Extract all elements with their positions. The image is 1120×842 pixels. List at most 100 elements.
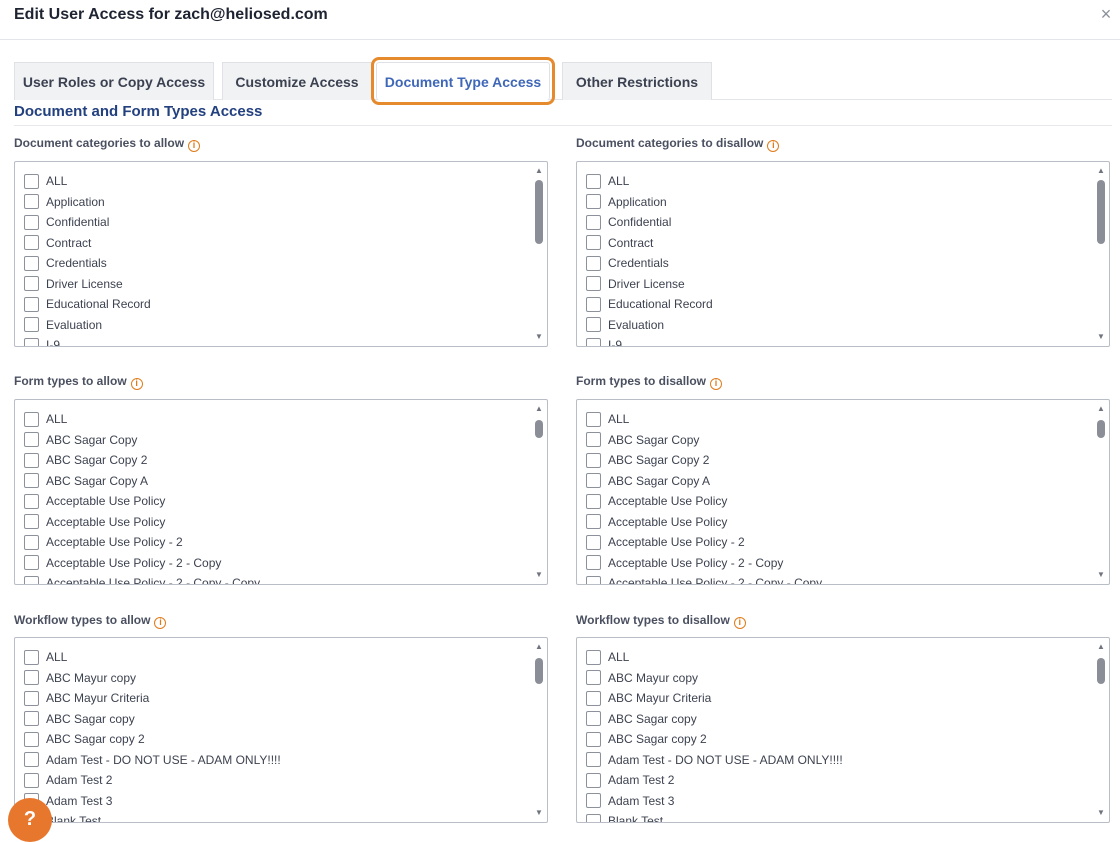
checkbox[interactable]: [24, 173, 39, 189]
checkbox[interactable]: [24, 432, 39, 447]
list-item[interactable]: Educational Record: [586, 294, 713, 314]
checkbox[interactable]: [24, 235, 39, 250]
tab-user-roles[interactable]: User Roles or Copy Access: [14, 62, 214, 100]
scroll-down-icon[interactable]: ▼: [1096, 332, 1106, 342]
checkbox[interactable]: [24, 452, 39, 468]
list-item[interactable]: Adam Test - DO NOT USE - ADAM ONLY!!!!: [24, 750, 281, 770]
checkbox[interactable]: [586, 411, 601, 427]
list-item[interactable]: ABC Sagar copy 2: [586, 729, 707, 749]
checkbox[interactable]: [586, 296, 601, 312]
checkbox[interactable]: [586, 670, 601, 685]
doc-allow-list[interactable]: ALL Application Confidential Contract Creden…: [14, 161, 548, 347]
scroll-down-icon[interactable]: ▼: [1096, 808, 1106, 818]
help-button[interactable]: ?: [8, 798, 52, 842]
list-item[interactable]: ALL: [586, 409, 629, 429]
list-item[interactable]: Acceptable Use Policy - 2: [24, 532, 183, 552]
list-item[interactable]: Educational Record: [24, 294, 151, 314]
list-item[interactable]: Application: [586, 192, 667, 212]
checkbox[interactable]: [586, 534, 601, 550]
info-icon[interactable]: i: [154, 617, 167, 629]
scrollbar[interactable]: ▲ ▼: [1093, 638, 1109, 822]
checkbox[interactable]: [586, 214, 601, 230]
workflow-allow-list[interactable]: ALL ABC Mayur copy ABC Mayur Criteria ABC S…: [14, 637, 548, 823]
close-icon[interactable]: ×: [1098, 4, 1114, 24]
checkbox[interactable]: [586, 194, 601, 209]
scroll-down-icon[interactable]: ▼: [534, 808, 544, 818]
list-item[interactable]: Adam Test - DO NOT USE - ADAM ONLY!!!!: [586, 750, 843, 770]
scroll-thumb[interactable]: [1097, 420, 1105, 438]
checkbox[interactable]: [586, 235, 601, 250]
form-allow-list[interactable]: ALL ABC Sagar Copy ABC Sagar Copy 2 ABC Sag…: [14, 399, 548, 585]
checkbox[interactable]: [586, 731, 601, 747]
info-icon[interactable]: i: [130, 378, 143, 390]
scroll-thumb[interactable]: [1097, 658, 1105, 684]
checkbox[interactable]: [24, 670, 39, 685]
list-item[interactable]: ALL: [24, 409, 67, 429]
list-item[interactable]: ABC Sagar Copy 2: [586, 450, 709, 470]
list-item[interactable]: ABC Sagar copy 2: [24, 729, 145, 749]
checkbox[interactable]: [586, 793, 601, 808]
checkbox[interactable]: [24, 296, 39, 312]
checkbox[interactable]: [24, 493, 39, 509]
list-item[interactable]: ABC Mayur copy: [24, 668, 136, 688]
list-item[interactable]: Evaluation: [24, 315, 102, 335]
checkbox[interactable]: [586, 317, 601, 332]
tab-customize-access[interactable]: Customize Access: [222, 62, 372, 100]
list-item[interactable]: ABC Sagar copy: [586, 709, 697, 729]
list-item[interactable]: Adam Test 2: [24, 770, 112, 790]
list-item[interactable]: ABC Sagar Copy: [586, 430, 699, 450]
list-item[interactable]: Adam Test 2: [586, 770, 674, 790]
list-item[interactable]: Evaluation: [586, 315, 664, 335]
list-item[interactable]: Application: [24, 192, 105, 212]
checkbox[interactable]: [24, 555, 39, 570]
list-item[interactable]: Contract: [24, 233, 91, 253]
checkbox[interactable]: [586, 575, 601, 584]
list-item[interactable]: ABC Mayur copy: [586, 668, 698, 688]
list-item[interactable]: I-9: [586, 335, 622, 346]
list-item[interactable]: ABC Mayur Criteria: [586, 688, 711, 708]
list-item[interactable]: Confidential: [586, 212, 671, 232]
list-item[interactable]: Driver License: [24, 274, 123, 294]
list-item[interactable]: Contract: [586, 233, 653, 253]
checkbox[interactable]: [24, 473, 39, 488]
list-item[interactable]: ALL: [586, 171, 629, 191]
list-item[interactable]: I-9: [24, 335, 60, 346]
checkbox[interactable]: [586, 473, 601, 488]
tab-other-restrictions[interactable]: Other Restrictions: [562, 62, 712, 100]
form-disallow-list[interactable]: ALL ABC Sagar Copy ABC Sagar Copy 2 ABC Sag…: [576, 399, 1110, 585]
checkbox[interactable]: [586, 432, 601, 447]
scroll-down-icon[interactable]: ▼: [1096, 570, 1106, 580]
list-item[interactable]: ALL: [24, 171, 67, 191]
checkbox[interactable]: [24, 752, 39, 767]
scroll-thumb[interactable]: [535, 658, 543, 684]
scrollbar[interactable]: ▲ ▼: [531, 400, 547, 584]
list-item[interactable]: Confidential: [24, 212, 109, 232]
checkbox[interactable]: [586, 493, 601, 509]
checkbox[interactable]: [24, 337, 39, 346]
scroll-thumb[interactable]: [535, 420, 543, 438]
info-icon[interactable]: i: [767, 140, 780, 152]
info-icon[interactable]: i: [710, 378, 723, 390]
workflow-disallow-list[interactable]: ALL ABC Mayur copy ABC Mayur Criteria ABC S…: [576, 637, 1110, 823]
list-item[interactable]: ABC Sagar copy: [24, 709, 135, 729]
list-item[interactable]: Acceptable Use Policy - 2: [586, 532, 745, 552]
checkbox[interactable]: [586, 452, 601, 468]
checkbox[interactable]: [586, 514, 601, 529]
list-item[interactable]: Credentials: [24, 253, 107, 273]
list-item[interactable]: Acceptable Use Policy: [586, 512, 727, 532]
scrollbar[interactable]: ▲ ▼: [531, 162, 547, 346]
checkbox[interactable]: [24, 649, 39, 665]
list-item[interactable]: Driver License: [586, 274, 685, 294]
checkbox[interactable]: [24, 214, 39, 230]
checkbox[interactable]: [24, 711, 39, 726]
scroll-thumb[interactable]: [1097, 180, 1105, 244]
scroll-up-icon[interactable]: ▲: [1096, 404, 1106, 414]
checkbox[interactable]: [586, 255, 601, 271]
list-item[interactable]: Acceptable Use Policy - 2 - Copy - Copy: [586, 573, 822, 584]
checkbox[interactable]: [24, 276, 39, 291]
list-item[interactable]: ABC Mayur Criteria: [24, 688, 149, 708]
list-item[interactable]: Acceptable Use Policy: [24, 512, 165, 532]
checkbox[interactable]: [586, 337, 601, 346]
checkbox[interactable]: [24, 575, 39, 584]
info-icon[interactable]: i: [188, 140, 201, 152]
